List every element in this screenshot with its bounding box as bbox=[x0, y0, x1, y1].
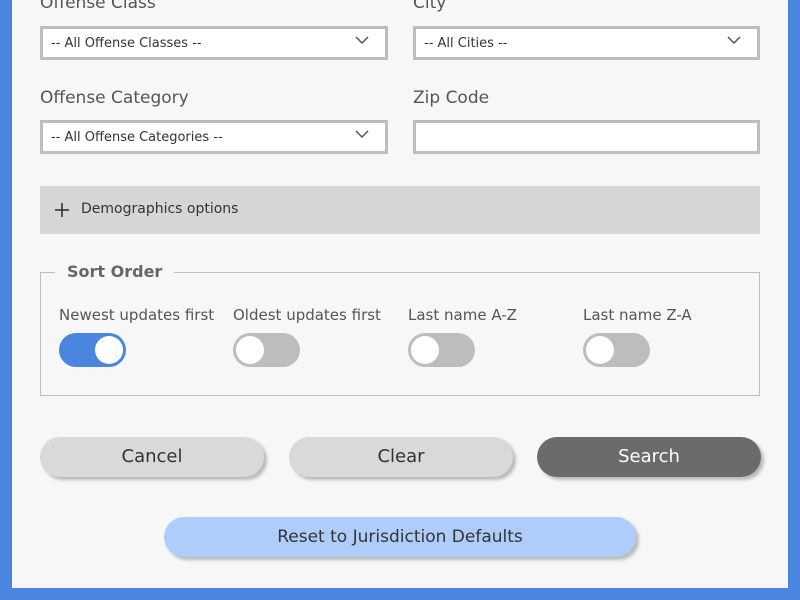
demographics-options-toggle[interactable]: Demographics options bbox=[40, 186, 760, 234]
toggle-knob bbox=[236, 336, 264, 364]
offense-category-select[interactable]: -- All Offense Categories -- bbox=[40, 120, 388, 154]
offense-class-value: -- All Offense Classes -- bbox=[51, 36, 202, 51]
sort-option-label: Last name A-Z bbox=[408, 306, 517, 324]
toggle-knob bbox=[586, 336, 614, 364]
toggle-oldest-updates-first[interactable] bbox=[233, 333, 300, 367]
chevron-down-icon bbox=[727, 36, 741, 45]
sort-option-label: Last name Z-A bbox=[583, 306, 692, 324]
clear-button[interactable]: Clear bbox=[289, 437, 513, 477]
zip-code-input[interactable] bbox=[413, 120, 760, 154]
reset-to-jurisdiction-defaults-button[interactable]: Reset to Jurisdiction Defaults bbox=[164, 517, 636, 557]
toggle-newest-updates-first[interactable] bbox=[59, 333, 126, 367]
offense-category-label: Offense Category bbox=[40, 88, 189, 108]
city-select[interactable]: -- All Cities -- bbox=[413, 26, 760, 60]
toggle-last-name-z-a[interactable] bbox=[583, 333, 650, 367]
sort-option-label: Newest updates first bbox=[59, 306, 215, 324]
city-label: City bbox=[413, 0, 447, 13]
plus-icon bbox=[55, 203, 69, 217]
chevron-down-icon bbox=[355, 130, 369, 139]
sort-order-legend: Sort Order bbox=[55, 262, 175, 281]
city-value: -- All Cities -- bbox=[424, 36, 508, 51]
zip-code-label: Zip Code bbox=[413, 88, 490, 108]
offense-category-value: -- All Offense Categories -- bbox=[51, 130, 223, 145]
cancel-button[interactable]: Cancel bbox=[40, 437, 264, 477]
sort-option-label: Oldest updates first bbox=[233, 306, 381, 324]
chevron-down-icon bbox=[355, 36, 369, 45]
search-panel: Offense Class -- All Offense Classes -- … bbox=[12, 0, 788, 588]
demographics-options-label: Demographics options bbox=[81, 201, 239, 217]
offense-class-label: Offense Class bbox=[40, 0, 156, 13]
offense-class-select[interactable]: -- All Offense Classes -- bbox=[40, 26, 388, 60]
sort-order-group: Sort Order Newest updates first Oldest u… bbox=[40, 262, 760, 396]
toggle-knob bbox=[411, 336, 439, 364]
toggle-knob bbox=[95, 336, 123, 364]
search-button[interactable]: Search bbox=[537, 437, 761, 477]
toggle-last-name-a-z[interactable] bbox=[408, 333, 475, 367]
